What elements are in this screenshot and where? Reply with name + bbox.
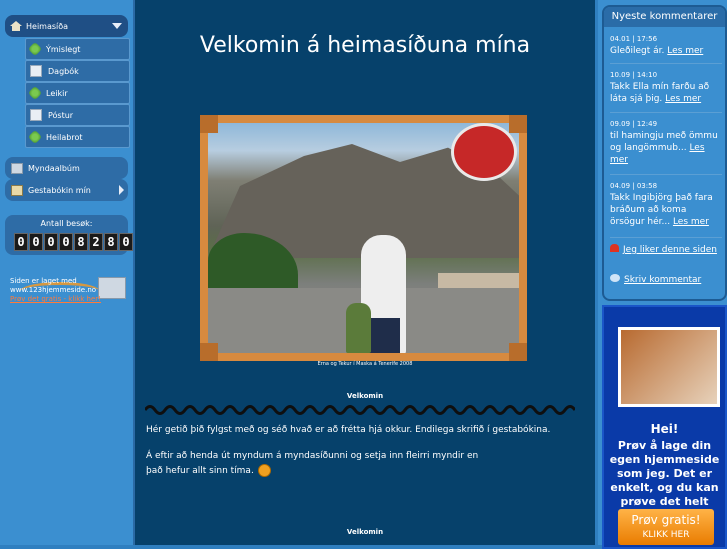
promo-button[interactable]: Prøv gratis! KLIKK HER xyxy=(618,509,714,545)
write-comment-label: Skriv kommentar xyxy=(624,275,702,285)
counter-digit: 0 xyxy=(14,233,28,251)
read-more-link[interactable]: Les mer xyxy=(673,217,709,227)
smiley-icon xyxy=(257,464,271,477)
paragraph-line-wrap: það hefur allt sinn tíma. xyxy=(146,464,586,479)
nav-subitem-label: Dagbók xyxy=(48,66,79,76)
left-sidebar: Heimasíða Ýmislegt Dagbók Leikir Póstur … xyxy=(0,0,135,545)
photo-woman-legs xyxy=(368,318,400,353)
wave-divider xyxy=(145,405,575,415)
like-page-button[interactable]: Jeg liker denne siden xyxy=(610,244,717,256)
section-heading-2: Velkomin xyxy=(346,528,384,536)
comment-text: Gleðilegt ár. xyxy=(610,46,665,56)
counter-title: Antall besøk: xyxy=(40,219,93,228)
nav-subitem-heilabrot[interactable]: Heilabrot xyxy=(25,126,130,148)
nav-subitem-dagbok[interactable]: Dagbók xyxy=(25,60,130,82)
made-with-line2[interactable]: www.123hjemmeside.no xyxy=(10,286,101,295)
counter-digit: 8 xyxy=(74,233,88,251)
family-photo xyxy=(208,123,519,353)
album-icon xyxy=(11,162,23,174)
promo-ad[interactable]: Hei! Prøv å lage din egen hjemmeside som… xyxy=(602,305,727,549)
nav-subitem-ymislegt[interactable]: Ýmislegt xyxy=(25,38,130,60)
comment-date: 09.09 | 12:49 xyxy=(610,120,658,128)
page-icon xyxy=(30,65,42,77)
comments-header: Nyeste kommentarer xyxy=(604,7,725,27)
paragraph-line: það hefur allt sinn tíma. xyxy=(146,466,254,476)
intro-paragraph: Hér getið þið fylgst með og séð hvað er … xyxy=(146,425,551,435)
made-with-badge[interactable]: Siden er laget med www.123hjemmeside.no … xyxy=(10,277,101,304)
promo-button-sublabel: KLIKK HER xyxy=(642,530,690,540)
made-with-line1: Siden er laget med xyxy=(10,277,77,285)
nav-subitem-label: Ýmislegt xyxy=(46,44,81,54)
nav-item-album-label: Myndaalbúm xyxy=(28,163,80,173)
page-icon xyxy=(30,109,42,121)
comment-separator xyxy=(610,63,722,64)
page-title: Velkomin á heimasíðuna mína xyxy=(199,33,531,58)
write-comment-button[interactable]: Skriv kommentar xyxy=(610,274,701,286)
counter-digit: 0 xyxy=(119,233,133,251)
promo-button-label: Prøv gratis! xyxy=(631,513,701,527)
photo-corner xyxy=(509,343,527,361)
read-more-link[interactable]: Les mer xyxy=(665,94,701,104)
comment-separator xyxy=(610,237,722,238)
nav-item-album[interactable]: Myndaalbúm xyxy=(5,157,128,179)
green-puzzle-icon xyxy=(27,129,43,145)
comment-item: 09.09 | 12:49 til hamingju með ömmu og l… xyxy=(610,118,722,166)
nav-subitem-leikir[interactable]: Leikir xyxy=(25,82,130,104)
counter-digit: 0 xyxy=(59,233,73,251)
heart-icon xyxy=(610,244,619,252)
photo-corner xyxy=(200,343,218,361)
photo-boy xyxy=(346,303,371,353)
comment-item: 04.01 | 17:56 Gleðilegt ár. Les mer xyxy=(610,33,722,57)
chevron-right-icon[interactable] xyxy=(119,185,124,195)
photo-sign xyxy=(451,123,517,181)
book-icon xyxy=(11,184,23,196)
section-heading: Velkomin xyxy=(346,392,384,400)
counter-digit: 0 xyxy=(44,233,58,251)
nav-subitem-label: Heilabrot xyxy=(46,132,83,142)
comment-date: 04.01 | 17:56 xyxy=(610,35,658,43)
nav-subitem-postur[interactable]: Póstur xyxy=(25,104,130,126)
read-more-link[interactable]: Les mer xyxy=(667,46,703,56)
photo-corner xyxy=(509,115,527,133)
visitor-counter: Antall besøk: 0 0 0 0 8 2 8 0 xyxy=(5,215,133,255)
nav-item-home[interactable]: Heimasíða xyxy=(5,15,128,37)
nav-item-guestbook[interactable]: Gestabókin mín xyxy=(5,179,128,201)
chevron-down-icon[interactable] xyxy=(112,23,122,29)
promo-photo xyxy=(618,327,720,407)
photo-frame xyxy=(200,115,527,361)
comments-panel: Nyeste kommentarer 04.01 | 17:56 Gleðile… xyxy=(602,5,727,301)
comment-date: 10.09 | 14:10 xyxy=(610,71,658,79)
counter-digit: 8 xyxy=(104,233,118,251)
made-with-link[interactable]: Prøv det gratis - klikk her! xyxy=(10,295,101,304)
green-puzzle-icon xyxy=(27,85,43,101)
like-page-label: Jeg liker denne siden xyxy=(623,245,717,255)
counter-digit: 2 xyxy=(89,233,103,251)
comment-date: 04.09 | 03:58 xyxy=(610,182,658,190)
speech-bubble-icon xyxy=(610,274,620,282)
counter-digits: 0 0 0 0 8 2 8 0 xyxy=(14,233,133,251)
nav-subitem-label: Póstur xyxy=(48,110,74,120)
nav-item-home-label: Heimasíða xyxy=(26,21,69,31)
nav-item-guestbook-label: Gestabókin mín xyxy=(28,185,91,195)
right-sidebar: Nyeste kommentarer 04.01 | 17:56 Gleðile… xyxy=(598,0,727,549)
paragraph-line: Á eftir að henda út myndum á myndasíðunn… xyxy=(146,451,479,461)
comment-item: 04.09 | 03:58 Takk Ingibjörg það fara br… xyxy=(610,180,722,228)
counter-digit: 0 xyxy=(29,233,43,251)
computer-icon xyxy=(98,277,126,299)
promo-title: Hei! xyxy=(650,422,679,436)
photo-corner xyxy=(200,115,218,133)
main-content: Velkomin á heimasíðuna mína Erna og Teku… xyxy=(135,0,595,545)
comment-item: 10.09 | 14:10 Takk Ella mín farðu að lát… xyxy=(610,69,722,105)
comment-separator xyxy=(610,174,722,175)
photo-caption: Erna og Tekur í Maska á Tenerife 2008 xyxy=(317,361,413,367)
green-puzzle-icon xyxy=(27,41,43,57)
comment-separator xyxy=(610,112,722,113)
nav-subitem-label: Leikir xyxy=(46,88,68,98)
second-paragraph: Á eftir að henda út myndum á myndasíðunn… xyxy=(146,449,586,479)
house-icon xyxy=(10,21,22,31)
